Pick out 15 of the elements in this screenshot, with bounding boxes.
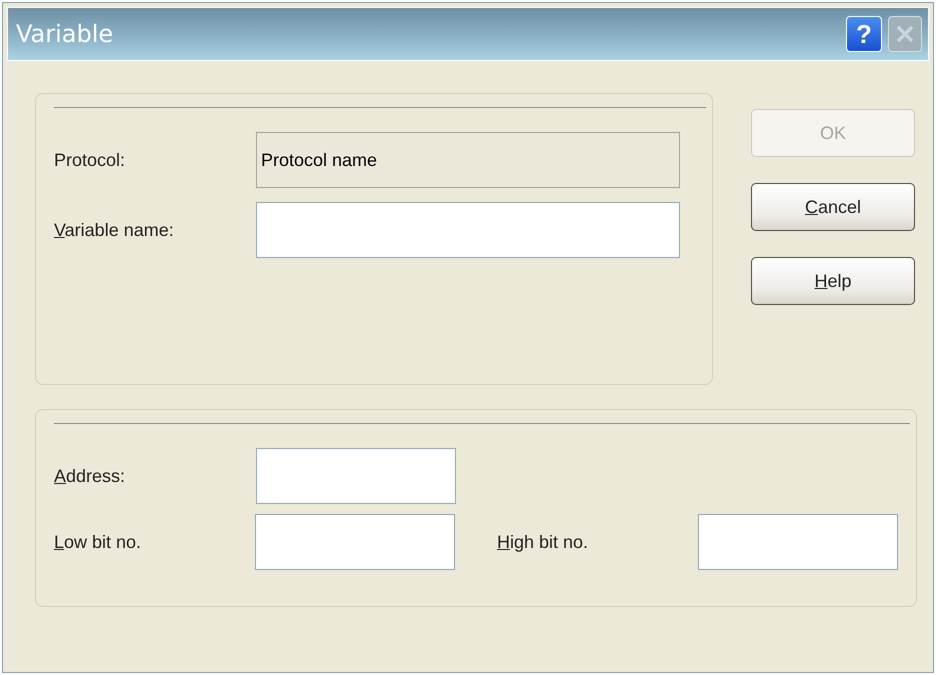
help-button[interactable]: ? [846,16,882,52]
dialog-button[interactable]: Cancel [751,183,915,231]
field-label: Protocol: [54,150,126,170]
field-label: Address: [54,466,126,486]
window-title: Variable [16,20,114,48]
field-label: High bit no. [497,532,590,552]
text-field[interactable] [256,448,456,504]
text-field[interactable] [255,514,455,570]
field-label: Variable name: [54,220,175,240]
close-icon [895,24,915,44]
text-field[interactable] [256,202,680,258]
field-label: Low bit no. [54,532,142,552]
text-field[interactable] [698,514,898,570]
dialog-button[interactable]: Help [751,257,915,305]
text-field[interactable]: Protocol name [256,132,680,188]
